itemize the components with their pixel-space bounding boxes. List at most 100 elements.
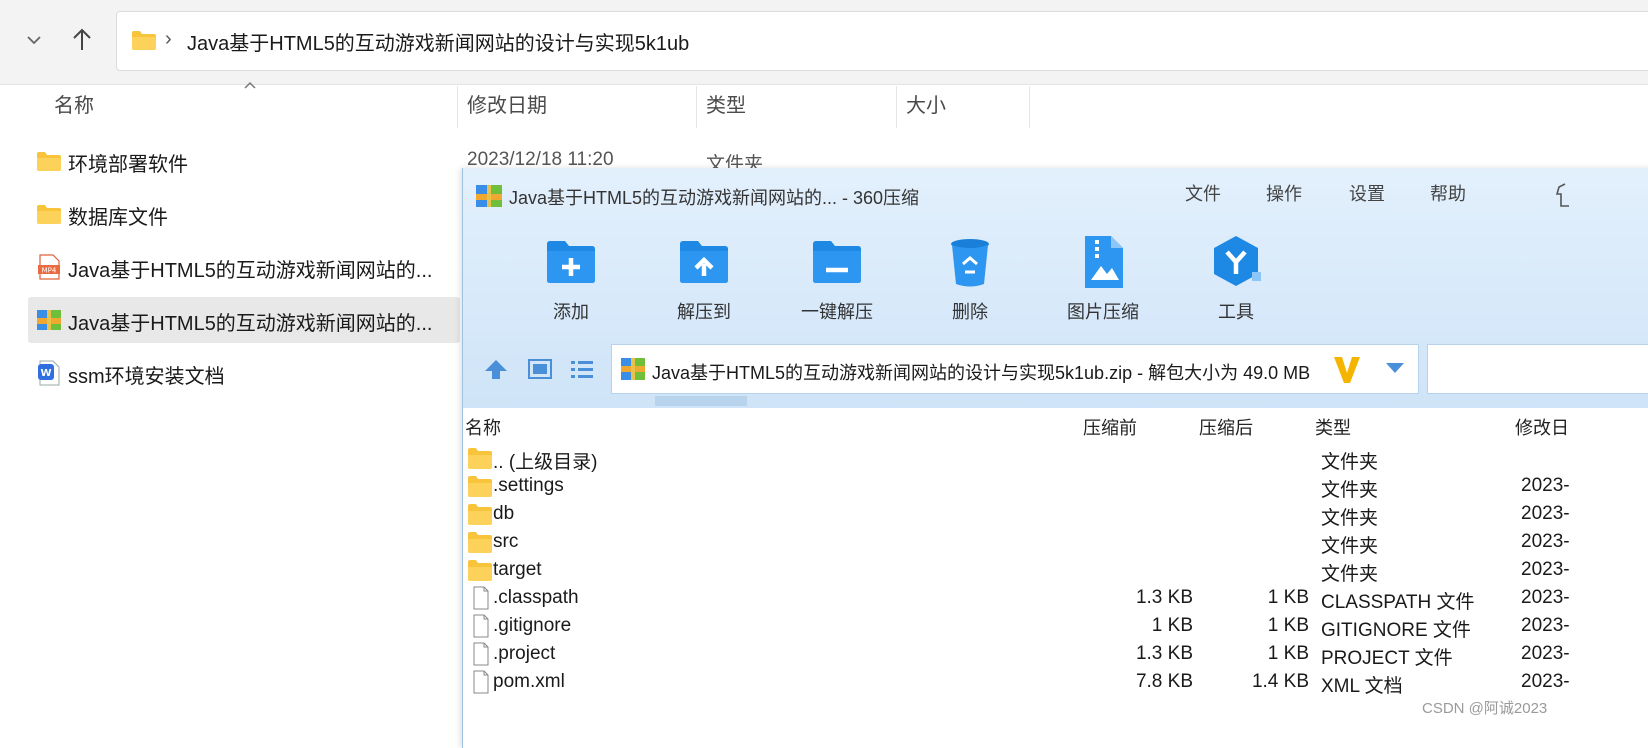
file-row-selected[interactable]: Java基于HTML5的互动游戏新闻网站的... [28,297,460,343]
column-header-date[interactable]: 修改日期 [467,92,547,128]
file-name: 环境部署软件 [68,154,188,176]
entry-size-before: 1 KB [1151,615,1193,636]
entry-name: target [493,559,542,580]
image-file-icon [1085,236,1123,288]
file-row[interactable]: 数据库文件 [28,191,460,237]
verified-v-icon[interactable] [1332,353,1362,385]
file-icon [473,670,489,694]
column-header-type[interactable]: 类型 [1315,414,1351,440]
window-title: Java基于HTML5的互动游戏新闻网站的... - 360压缩 [509,188,920,208]
file-icon [473,586,489,610]
recycle-bin-icon [951,239,989,287]
tool-label: 添加 [553,302,589,322]
explorer-toolbar: › Java基于HTML5的互动游戏新闻网站的设计与实现5k1ub [0,0,1648,85]
address-bar[interactable]: › Java基于HTML5的互动游戏新闻网站的设计与实现5k1ub [116,11,1648,71]
one-click-extract-button[interactable]: 一键解压 [777,234,897,324]
entry-size-after: 1.4 KB [1251,671,1309,692]
zip-header: Java基于HTML5的互动游戏新闻网站的... - 360压缩 文件 操作 设… [463,168,1648,438]
shirt-skin-icon[interactable] [1555,180,1569,210]
entry-name: db [493,503,515,524]
folder-icon [468,448,492,469]
menu-file[interactable]: 文件 [1185,180,1221,206]
entry-date: 2023- [1521,559,1570,580]
file-name: ssm环境安装文档 [68,366,225,388]
chevron-down-icon[interactable] [22,28,46,52]
mp4-file-icon: MP4 [38,254,60,280]
entry-type: 文件夹 [1321,564,1379,585]
thumbnail-view-icon[interactable] [527,358,553,380]
column-header-date[interactable]: 修改日 [1515,414,1569,440]
archive-row[interactable]: pom.xml 7.8 KB 1.4 KB XML 文档 2023- [463,668,1648,697]
archive-path-bar[interactable]: Java基于HTML5的互动游戏新闻网站的设计与实现5k1ub.zip - 解包… [611,344,1419,394]
archive-row[interactable]: .project 1.3 KB 1 KB PROJECT 文件 2023- [463,640,1648,669]
column-divider[interactable] [696,86,697,128]
entry-size-after: 1 KB [1267,615,1309,636]
file-name: Java基于HTML5的互动游戏新闻网站的... [68,313,433,335]
file-row[interactable]: 环境部署软件 [28,138,460,184]
tool-label: 一键解压 [801,302,873,322]
archive-row[interactable]: .settings 文件夹 2023- [463,472,1648,501]
entry-name: .settings [493,475,564,496]
entry-date: 2023- [1521,503,1570,524]
entry-name: .gitignore [493,615,572,636]
menu-help[interactable]: 帮助 [1430,180,1466,206]
entry-name: .classpath [493,587,579,608]
file-icon [473,642,489,666]
entry-type: 文件夹 [1321,508,1379,529]
column-header-before[interactable]: 压缩前 [1083,414,1137,440]
entry-name: .project [493,643,556,664]
column-header-after[interactable]: 压缩后 [1199,414,1253,440]
tool-label: 工具 [1218,302,1254,322]
wps-doc-icon: W [38,360,60,386]
delete-button[interactable]: 删除 [910,234,1030,324]
entry-type: 文件夹 [1321,452,1379,473]
image-compress-button[interactable]: 图片压缩 [1043,234,1163,324]
file-row[interactable]: W ssm环境安装文档 [28,350,460,396]
entry-date: 2023- [1521,643,1570,664]
svg-text:W: W [40,368,51,379]
archive-row[interactable]: db 文件夹 2023- [463,500,1648,529]
folder-icon [132,31,156,50]
entry-type: CLASSPATH 文件 [1321,592,1475,613]
tools-button[interactable]: 工具 [1176,234,1296,324]
up-level-icon[interactable] [483,358,509,380]
entry-type: GITIGNORE 文件 [1321,620,1471,641]
column-header-name[interactable]: 名称 [54,92,94,128]
breadcrumb-separator: › [165,28,172,50]
file-row[interactable]: MP4 Java基于HTML5的互动游戏新闻网站的... [28,244,460,290]
menu-settings[interactable]: 设置 [1349,180,1385,206]
archive-path-text: Java基于HTML5的互动游戏新闻网站的设计与实现5k1ub.zip - 解包… [652,363,1311,383]
entry-size-before: 1.3 KB [1135,587,1193,608]
zip-window: Java基于HTML5的互动游戏新闻网站的... - 360压缩 文件 操作 设… [462,168,1648,748]
entry-name: pom.xml [493,671,565,692]
archive-row[interactable]: src 文件夹 2023- [463,528,1648,557]
entry-type: XML 文档 [1321,676,1403,697]
list-view-icon[interactable] [569,358,595,380]
menu-operate[interactable]: 操作 [1266,180,1302,206]
folder-icon [37,152,61,171]
folder-icon [37,205,61,224]
extract-to-button[interactable]: 解压到 [644,234,764,324]
archive-row[interactable]: .classpath 1.3 KB 1 KB CLASSPATH 文件 2023… [463,584,1648,613]
archive-row[interactable]: .gitignore 1 KB 1 KB GITIGNORE 文件 2023- [463,612,1648,641]
add-button[interactable]: 添加 [511,234,631,324]
column-divider[interactable] [896,86,897,128]
entry-size-after: 1 KB [1267,643,1309,664]
dropdown-arrow-icon[interactable] [1384,361,1406,375]
search-input[interactable] [1427,344,1648,394]
zip-archive-icon [37,310,61,330]
column-header-type[interactable]: 类型 [706,92,746,128]
breadcrumb-path[interactable]: Java基于HTML5的互动游戏新闻网站的设计与实现5k1ub [187,27,689,56]
folder-icon [468,532,492,553]
column-divider[interactable] [457,86,458,128]
column-header-name[interactable]: 名称 [465,414,501,440]
csdn-watermark: CSDN @阿诚2023 [1422,700,1548,717]
tool-label: 图片压缩 [1067,302,1139,322]
column-divider[interactable] [1029,86,1030,128]
archive-row[interactable]: target 文件夹 2023- [463,556,1648,585]
horizontal-scrollbar[interactable] [655,396,747,406]
entry-date: 2023- [1521,531,1570,552]
column-header-size[interactable]: 大小 [906,92,946,128]
arrow-up-icon[interactable] [68,26,96,54]
archive-row[interactable]: .. (上级目录) 文件夹 [463,444,1648,473]
